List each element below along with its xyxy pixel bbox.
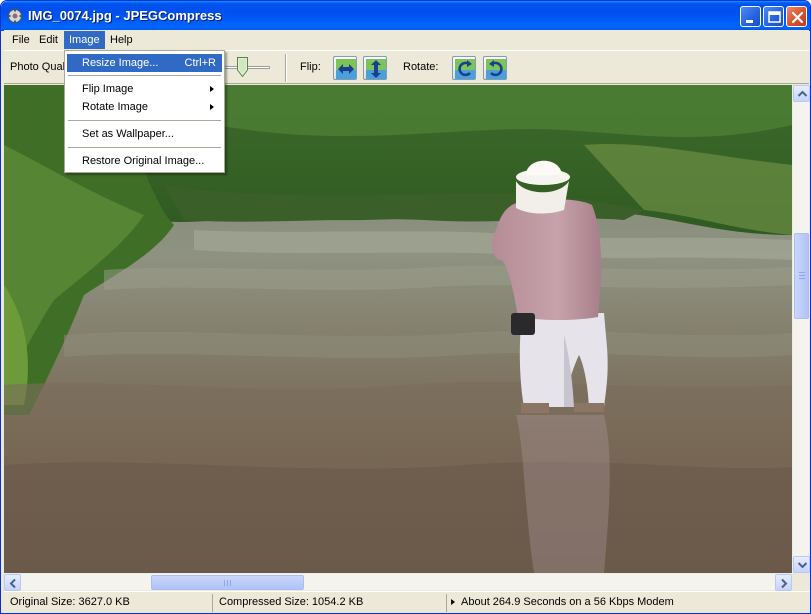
image-menu-dropdown: Resize Image... Ctrl+R Flip Image Rotate…	[64, 50, 225, 173]
app-window: IMG_0074.jpg - JPEGCompress File Edit Im…	[0, 0, 811, 614]
rotate-right-button[interactable]	[483, 56, 507, 80]
grip-icon	[799, 272, 805, 280]
scroll-up-button[interactable]	[793, 85, 810, 102]
flip-label: Flip:	[300, 61, 321, 73]
window-title: IMG_0074.jpg - JPEGCompress	[28, 8, 222, 23]
status-bar: Original Size: 3627.0 KB Compressed Size…	[4, 591, 809, 612]
menu-separator	[68, 120, 221, 122]
title-bar[interactable]: IMG_0074.jpg - JPEGCompress	[1, 1, 810, 31]
vertical-scroll-thumb[interactable]	[794, 233, 809, 319]
flip-vertical-button[interactable]	[363, 56, 387, 80]
scroll-right-button[interactable]	[775, 574, 792, 591]
menu-separator	[68, 75, 221, 77]
chevron-left-icon	[9, 578, 16, 589]
menu-item-label: Rotate Image	[82, 101, 149, 113]
chevron-right-icon	[781, 578, 788, 589]
transfer-time-text: About 264.9 Seconds on a 56 Kbps Modem	[461, 596, 674, 608]
horizontal-scrollbar[interactable]	[4, 573, 792, 591]
status-transfer-time: About 264.9 Seconds on a 56 Kbps Modem	[446, 594, 806, 612]
scrollbar-corner	[792, 573, 809, 590]
menu-item-label: Set as Wallpaper...	[82, 128, 174, 140]
menu-item-rotate-image[interactable]: Rotate Image	[67, 98, 222, 116]
menu-bar: File Edit Image Help	[4, 30, 809, 50]
toolbar-separator	[285, 54, 287, 82]
horizontal-scroll-thumb[interactable]	[151, 575, 304, 590]
rotate-right-icon	[486, 59, 506, 79]
close-icon	[791, 11, 804, 24]
menu-edit[interactable]: Edit	[34, 31, 63, 49]
rotate-left-icon	[455, 59, 475, 79]
chevron-down-icon	[797, 562, 808, 569]
menu-item-resize-image[interactable]: Resize Image... Ctrl+R	[67, 54, 222, 72]
scroll-down-button[interactable]	[793, 556, 810, 573]
maximize-button[interactable]	[763, 6, 784, 27]
minimize-icon	[746, 20, 753, 23]
menu-item-label: Resize Image...	[82, 57, 159, 69]
chevron-up-icon	[797, 90, 808, 97]
menu-item-shortcut: Ctrl+R	[184, 57, 216, 69]
submenu-arrow-icon	[210, 86, 214, 92]
menu-item-label: Flip Image	[82, 83, 134, 95]
maximize-icon	[768, 11, 781, 23]
flip-vertical-icon	[366, 59, 386, 79]
submenu-arrow-icon	[210, 104, 214, 110]
menu-item-flip-image[interactable]: Flip Image	[67, 80, 222, 98]
status-original-size: Original Size: 3627.0 KB	[10, 596, 130, 608]
photo-quality-label: Photo Qual	[10, 61, 66, 73]
menu-file[interactable]: File	[7, 31, 35, 49]
menu-separator	[68, 147, 221, 149]
triangle-icon	[451, 599, 455, 606]
vertical-scrollbar[interactable]	[792, 85, 810, 573]
app-icon[interactable]	[7, 8, 23, 24]
quality-slider-thumb[interactable]	[237, 57, 248, 78]
menu-image[interactable]: Image	[64, 31, 105, 49]
minimize-button[interactable]	[740, 6, 761, 27]
menu-item-label: Restore Original Image...	[82, 155, 205, 167]
close-button[interactable]	[786, 6, 807, 27]
scroll-left-button[interactable]	[4, 574, 21, 591]
flip-horizontal-icon	[336, 59, 356, 79]
rotate-label: Rotate:	[403, 61, 439, 73]
status-compressed-size: Compressed Size: 1054.2 KB	[212, 594, 444, 612]
menu-item-set-wallpaper[interactable]: Set as Wallpaper...	[67, 125, 222, 143]
menu-item-restore-original[interactable]: Restore Original Image...	[67, 152, 222, 170]
flip-horizontal-button[interactable]	[333, 56, 357, 80]
menu-help[interactable]: Help	[105, 31, 138, 49]
grip-icon	[224, 580, 232, 586]
rotate-left-button[interactable]	[452, 56, 476, 80]
